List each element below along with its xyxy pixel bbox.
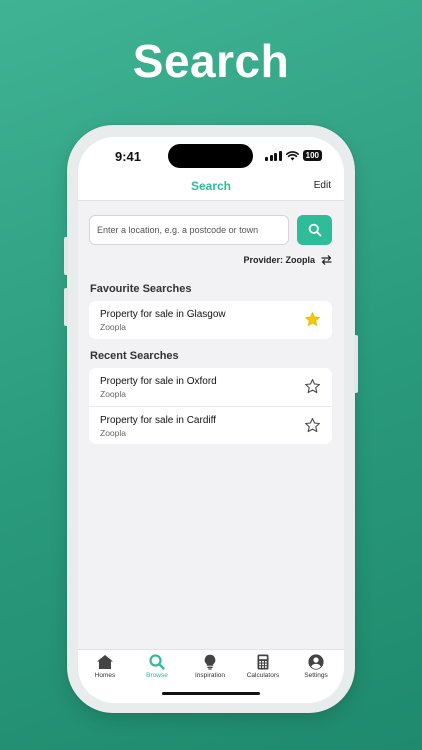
edit-button[interactable]: Edit bbox=[314, 180, 331, 191]
search-icon bbox=[308, 223, 321, 237]
search-row bbox=[89, 215, 332, 245]
wifi-icon bbox=[285, 150, 299, 160]
home-indicator bbox=[162, 692, 260, 695]
list-item-title: Property for sale in Glasgow bbox=[100, 309, 226, 320]
tab-bar: Homes Browse Inspiration Calculators Set… bbox=[78, 649, 344, 703]
status-icons: 100 bbox=[265, 150, 322, 161]
favourite-searches-heading: Favourite Searches bbox=[90, 283, 192, 295]
status-bar: 9:41 100 bbox=[78, 137, 344, 175]
provider-selector[interactable]: Provider: Zoopla bbox=[243, 255, 332, 265]
tab-label: Inspiration bbox=[195, 672, 225, 679]
signal-icon bbox=[265, 150, 282, 161]
lightbulb-icon bbox=[204, 654, 216, 670]
recent-searches-heading: Recent Searches bbox=[90, 350, 179, 362]
tab-browse[interactable]: Browse bbox=[137, 654, 177, 679]
star-filled-icon[interactable] bbox=[304, 311, 321, 328]
recent-searches-list: Property for sale in Oxford Zoopla Prope… bbox=[89, 368, 332, 444]
tab-homes[interactable]: Homes bbox=[85, 654, 125, 679]
list-item-subtitle: Zoopla bbox=[100, 389, 126, 399]
list-item-subtitle: Zoopla bbox=[100, 428, 126, 438]
favourite-searches-list: Property for sale in Glasgow Zoopla bbox=[89, 301, 332, 339]
promo-title: Search bbox=[132, 35, 290, 87]
dynamic-island bbox=[168, 144, 253, 168]
list-item-subtitle: Zoopla bbox=[100, 322, 126, 332]
list-item-title: Property for sale in Oxford bbox=[100, 376, 217, 387]
house-icon bbox=[97, 655, 113, 669]
swap-icon bbox=[321, 255, 332, 265]
status-time: 9:41 bbox=[115, 149, 142, 164]
provider-label: Provider: Zoopla bbox=[243, 255, 315, 265]
tab-inspiration[interactable]: Inspiration bbox=[190, 654, 230, 679]
search-input[interactable] bbox=[89, 215, 289, 245]
calculator-icon bbox=[257, 654, 269, 670]
phone-side-button bbox=[64, 237, 68, 275]
star-outline-icon[interactable] bbox=[304, 417, 321, 434]
list-item[interactable]: Property for sale in Cardiff Zoopla bbox=[89, 406, 332, 444]
tab-label: Settings bbox=[304, 672, 328, 679]
list-item[interactable]: Property for sale in Glasgow Zoopla bbox=[89, 301, 332, 339]
search-button[interactable] bbox=[297, 215, 332, 245]
search-icon bbox=[149, 654, 165, 670]
phone-side-button bbox=[64, 288, 68, 326]
nav-bar: Search Edit bbox=[78, 175, 344, 201]
phone-screen: 9:41 100 Search Edit Provider: Zoop bbox=[78, 137, 344, 703]
tab-label: Browse bbox=[146, 672, 168, 679]
star-outline-icon[interactable] bbox=[304, 378, 321, 395]
nav-title: Search bbox=[190, 179, 232, 193]
tab-label: Calculators bbox=[246, 672, 280, 679]
tab-settings[interactable]: Settings bbox=[296, 654, 336, 679]
phone-side-button bbox=[354, 335, 358, 393]
user-icon bbox=[308, 654, 324, 670]
tab-label: Homes bbox=[94, 672, 116, 679]
list-item-title: Property for sale in Cardiff bbox=[100, 415, 216, 426]
list-item[interactable]: Property for sale in Oxford Zoopla bbox=[89, 368, 332, 406]
tab-calculators[interactable]: Calculators bbox=[243, 654, 283, 679]
battery-icon: 100 bbox=[302, 150, 322, 161]
